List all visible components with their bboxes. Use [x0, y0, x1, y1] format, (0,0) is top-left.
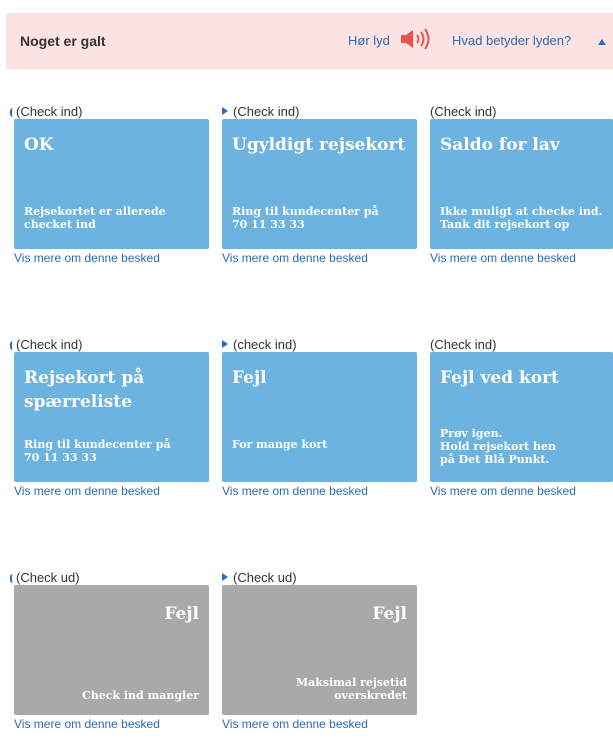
play-icon[interactable]: [222, 340, 228, 348]
card-message: For mange kort: [232, 438, 328, 451]
display-panel: Fejl For mange kort: [222, 352, 417, 482]
caret-up-icon[interactable]: [598, 39, 606, 45]
card-title: Rejsekort på spærreliste: [24, 368, 145, 412]
card-caption: (Check ind): [233, 104, 300, 119]
card-message: Ikke muligt at checke ind. Tank dit rejse…: [440, 205, 603, 231]
card-title: Ugyldigt rejsekort: [232, 135, 406, 155]
card-message: Prøv igen. Hold rejsekort hen på Det Blå P…: [440, 427, 557, 466]
card-message: Maksimal rejsetid overskredet: [296, 676, 407, 702]
display-panel: Fejl ved kort Prøv igen. Hold rejsekort h…: [430, 352, 613, 482]
display-panel: Rejsekort på spærreliste Ring til kundece…: [14, 352, 209, 482]
card-caption: (Check ind): [16, 104, 83, 119]
show-more-link[interactable]: Vis mere om denne besked: [14, 717, 160, 731]
display-panel: Fejl Check ind mangler: [14, 585, 209, 715]
show-more-link[interactable]: Vis mere om denne besked: [430, 251, 576, 265]
card-caption: (check ind): [233, 337, 297, 352]
arrow-icon: [10, 574, 15, 583]
listen-sound-link[interactable]: Hør lyd: [348, 33, 390, 48]
card-caption: (Check ind): [430, 337, 497, 352]
display-panel: Ugyldigt rejsekort Ring til kundecenter …: [222, 119, 417, 249]
arrow-icon: [10, 341, 15, 350]
display-panel: Saldo for lav Ikke muligt at checke ind.…: [430, 119, 613, 249]
card-title: Fejl: [164, 604, 199, 624]
card-title: Saldo for lav: [440, 135, 560, 155]
error-header: Noget er galt Hør lyd Hvad betyder lyden…: [6, 13, 613, 69]
play-icon[interactable]: [222, 573, 228, 581]
card-message: Ring til kundecenter på 70 11 33 33: [24, 438, 171, 464]
card-caption: (Check ind): [16, 337, 83, 352]
card-message: Rejsekortet er allerede checket ind: [24, 205, 166, 231]
show-more-link[interactable]: Vis mere om denne besked: [222, 251, 368, 265]
show-more-link[interactable]: Vis mere om denne besked: [222, 484, 368, 498]
sound-meaning-toggle[interactable]: Hvad betyder lyden?: [452, 33, 571, 48]
show-more-link[interactable]: Vis mere om denne besked: [14, 484, 160, 498]
display-panel: OK Rejsekortet er allerede checket ind: [14, 119, 209, 249]
card-title: Fejl: [372, 604, 407, 624]
card-caption: (Check ud): [16, 570, 80, 585]
arrow-icon: [10, 108, 15, 117]
show-more-link[interactable]: Vis mere om denne besked: [430, 484, 576, 498]
card-caption: (Check ind): [430, 104, 497, 119]
card-title: OK: [24, 135, 54, 155]
display-panel: Fejl Maksimal rejsetid overskredet: [222, 585, 417, 715]
show-more-link[interactable]: Vis mere om denne besked: [14, 251, 160, 265]
card-message: Check ind mangler: [81, 689, 199, 702]
header-title: Noget er galt: [20, 33, 106, 49]
play-icon[interactable]: [222, 107, 228, 115]
card-title: Fejl: [232, 368, 267, 388]
card-title: Fejl ved kort: [440, 368, 559, 388]
speaker-icon[interactable]: [399, 27, 433, 51]
card-caption: (Check ud): [233, 570, 297, 585]
card-message: Ring til kundecenter på 70 11 33 33: [232, 205, 379, 231]
show-more-link[interactable]: Vis mere om denne besked: [222, 717, 368, 731]
